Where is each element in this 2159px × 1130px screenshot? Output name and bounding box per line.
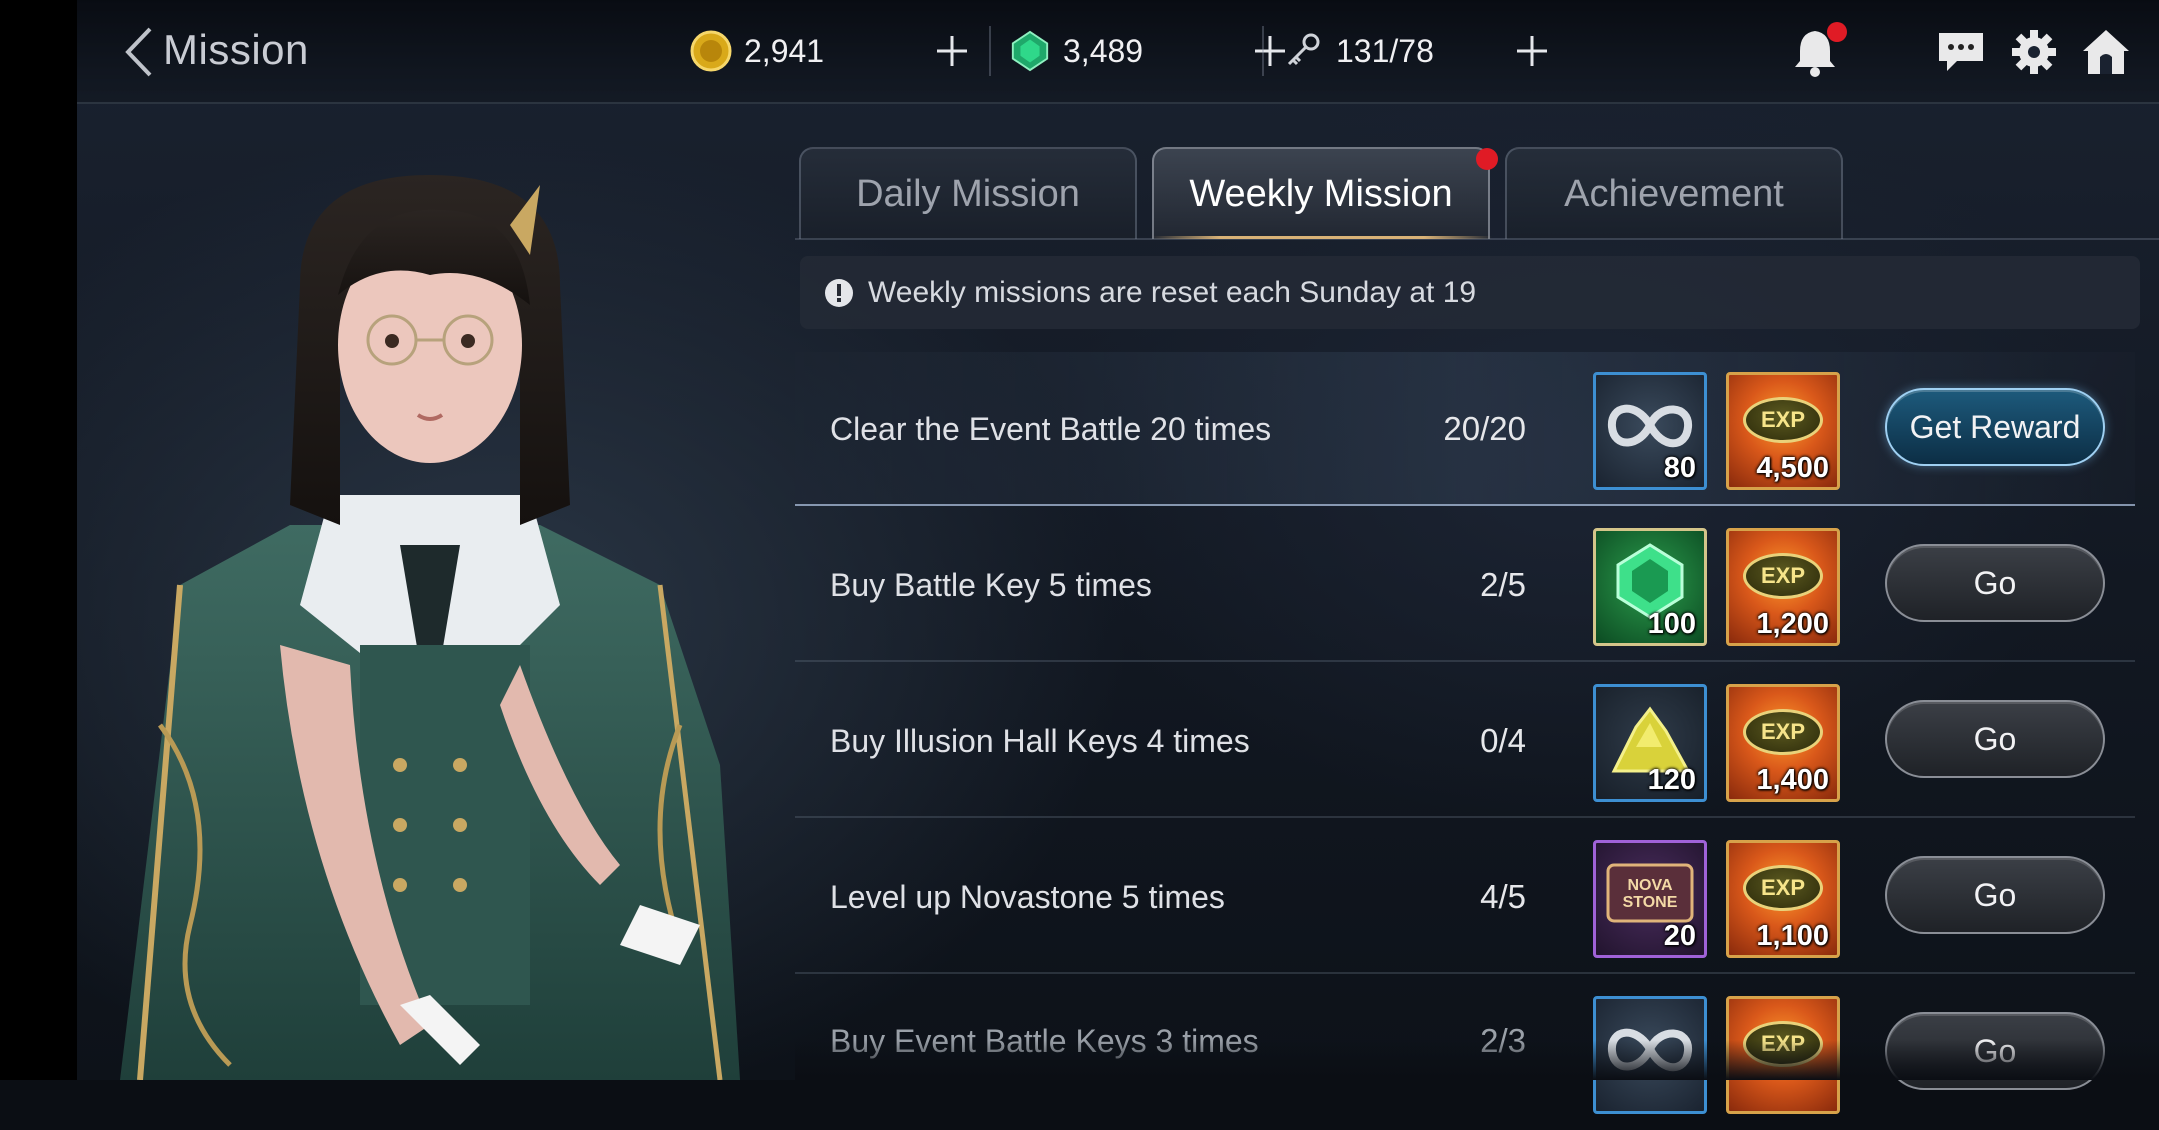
active-tab-indicator xyxy=(1152,236,1492,239)
go-button[interactable]: Go xyxy=(1885,856,2105,934)
gold-amount: 2,941 xyxy=(744,32,825,69)
gold-currency: 2,941 xyxy=(690,22,824,80)
mission-progress: 0/4 xyxy=(1480,722,1526,759)
plus-icon xyxy=(1517,36,1547,66)
list-item: Level up Novastone 5 times 4/5 NOVA STON… xyxy=(795,820,2135,974)
notification-dot xyxy=(1827,22,1847,42)
add-gold-button[interactable] xyxy=(923,22,981,80)
tab-weekly-mission[interactable]: Weekly Mission xyxy=(1152,147,1490,239)
reset-notice: Weekly missions are reset each Sunday at… xyxy=(800,256,2140,329)
home-button[interactable] xyxy=(2077,22,2135,82)
exp-badge-icon: EXP xyxy=(1743,553,1823,599)
reward-quantity: 20 xyxy=(1663,920,1696,952)
go-button[interactable]: Go xyxy=(1885,544,2105,622)
plus-icon xyxy=(937,36,967,66)
reward-item[interactable]: NOVA STONE 20 xyxy=(1593,840,1707,958)
reward-quantity: 100 xyxy=(1647,608,1696,640)
exp-quantity: 1,400 xyxy=(1756,764,1829,796)
exp-badge-icon: EXP xyxy=(1743,397,1823,443)
divider xyxy=(989,26,991,76)
tab-notification-dot xyxy=(1476,148,1498,170)
exp-reward[interactable]: EXP 1,400 xyxy=(1726,684,1840,802)
reward-item[interactable]: 100 xyxy=(1593,528,1707,646)
top-bar: Mission 2,941 3,489 131/78 xyxy=(77,0,2159,104)
list-item: Clear the Event Battle 20 times 20/20 80… xyxy=(795,352,2135,506)
stamina-amount: 131/78 xyxy=(1336,32,1434,69)
notice-text: Weekly missions are reset each Sunday at… xyxy=(868,275,1477,309)
go-button[interactable]: Go xyxy=(1885,700,2105,778)
list-fade xyxy=(795,1040,2159,1080)
tab-achievement[interactable]: Achievement xyxy=(1505,147,1843,239)
green-gem-icon xyxy=(1009,30,1051,72)
exp-quantity: 1,200 xyxy=(1756,608,1829,640)
exp-badge-icon: EXP xyxy=(1743,709,1823,755)
exp-reward[interactable]: EXP 4,500 xyxy=(1726,372,1840,490)
key-icon xyxy=(1282,30,1324,72)
exclamation-icon xyxy=(825,278,853,307)
mission-progress: 2/5 xyxy=(1480,566,1526,603)
chat-bubble-icon xyxy=(1939,33,1983,71)
list-item: Buy Battle Key 5 times 2/5 100 EXP 1,200… xyxy=(795,508,2135,662)
gem-currency: 3,489 xyxy=(1009,22,1143,80)
list-item: Buy Illusion Hall Keys 4 times 0/4 120 E… xyxy=(795,664,2135,818)
chevron-left-icon xyxy=(125,27,152,77)
nova-stone-label: NOVA STONE xyxy=(1622,877,1678,911)
exp-quantity: 4,500 xyxy=(1756,452,1829,484)
chat-button[interactable] xyxy=(1932,22,1990,82)
add-stamina-button[interactable] xyxy=(1503,22,1561,80)
settings-button[interactable] xyxy=(2005,22,2063,82)
reward-item[interactable]: 120 xyxy=(1593,684,1707,802)
reward-quantity: 120 xyxy=(1647,764,1696,796)
reward-quantity: 80 xyxy=(1663,452,1696,484)
character-illustration xyxy=(120,175,740,1080)
gear-icon xyxy=(2012,30,2056,74)
exp-quantity: 1,100 xyxy=(1756,920,1829,952)
exp-badge-icon: EXP xyxy=(1743,865,1823,911)
status-indicators xyxy=(2152,22,2159,82)
gold-coin-icon xyxy=(690,30,732,72)
tab-daily-mission[interactable]: Daily Mission xyxy=(799,147,1137,239)
gem-amount: 3,489 xyxy=(1063,32,1144,69)
reward-item[interactable]: 80 xyxy=(1593,372,1707,490)
divider xyxy=(1262,26,1264,76)
exp-reward[interactable]: EXP 1,200 xyxy=(1726,528,1840,646)
home-icon xyxy=(2083,30,2129,74)
mission-progress: 20/20 xyxy=(1443,410,1526,447)
back-button[interactable] xyxy=(114,24,164,80)
stamina-currency: 131/78 xyxy=(1282,22,1434,80)
letterbox xyxy=(0,0,77,1080)
mission-progress: 4/5 xyxy=(1480,878,1526,915)
page-title: Mission xyxy=(163,26,309,73)
get-reward-button[interactable]: Get Reward xyxy=(1885,388,2105,466)
exp-reward[interactable]: EXP 1,100 xyxy=(1726,840,1840,958)
